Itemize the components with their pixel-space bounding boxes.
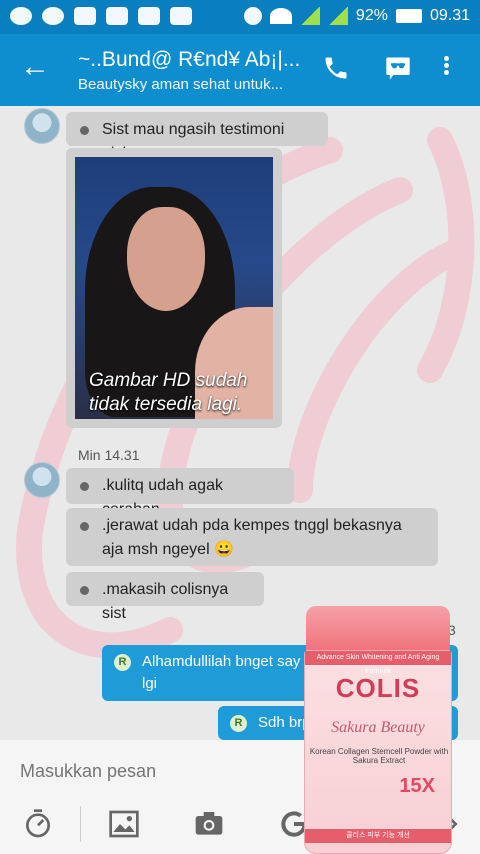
message-text: Sdh brp <box>258 714 311 731</box>
message-bubble[interactable]: Sist mau ngasih testimoni nich.. <box>66 112 328 162</box>
bullet-icon <box>80 482 89 491</box>
bullet-icon <box>80 126 89 135</box>
bbm-icon <box>106 7 128 25</box>
status-bar: 92% 09.31 <box>0 0 480 34</box>
message-text: .jerawat udah pda kempes tnggl bekasnya … <box>102 517 402 558</box>
sender-avatar[interactable] <box>24 462 60 498</box>
clock: 09.31 <box>429 7 470 24</box>
message-bubble[interactable]: .makasih colisnya sist <box>66 572 264 622</box>
timer-icon[interactable] <box>22 808 54 840</box>
photo-face <box>127 207 205 311</box>
sender-avatar[interactable] <box>24 108 60 144</box>
photo-thumbnail[interactable]: Gambar HD sudah tidak tersedia lagi. <box>75 157 273 419</box>
jar-multiplier: 15X <box>399 775 435 797</box>
more-vert-icon[interactable] <box>436 54 456 82</box>
battery-percent: 92% <box>355 7 388 24</box>
jar-subtitle: Sakura Beauty <box>331 719 425 736</box>
chat-subtitle: Beautysky aman sehat untuk... <box>78 76 284 93</box>
jar-lid <box>306 606 450 654</box>
message-text: .makasih colisnya sist <box>102 581 229 622</box>
read-badge: R <box>114 654 131 671</box>
chat-header: ← ~..Bund@ R€nd¥ Ab¡|... Beautysky aman … <box>0 34 480 106</box>
chat-title[interactable]: ~..Bund@ R€nd¥ Ab¡|... <box>78 48 308 72</box>
message-bubble[interactable]: .kulitq udah agak cerahan.. <box>66 468 294 518</box>
bbm-icon <box>170 7 192 25</box>
notification-icons <box>10 7 192 25</box>
toolbar-divider <box>80 806 81 842</box>
signal-icon <box>299 7 320 25</box>
phone-icon[interactable] <box>322 54 350 82</box>
bbm-icon <box>74 7 96 25</box>
read-badge: R <box>230 715 247 732</box>
message-input[interactable] <box>20 754 300 788</box>
alarm-icon <box>243 7 262 25</box>
bullet-icon <box>80 522 89 531</box>
jar-product-line: Korean Collagen Stemcell Powder with Sak… <box>309 747 449 765</box>
whatsapp-icon <box>42 7 64 25</box>
timestamp: Min 14.31 <box>78 447 140 463</box>
chat-notification-icon <box>10 7 32 25</box>
gallery-icon[interactable] <box>108 808 140 840</box>
back-arrow-icon[interactable]: ← <box>20 52 50 82</box>
signal-icon <box>327 7 348 25</box>
jar-brand-logo: COLIS <box>335 673 421 703</box>
system-status: 92% 09.31 <box>243 7 470 25</box>
jar-band-text: Advance Skin Whitening and Anti Aging Fo… <box>305 651 451 675</box>
jar-body: Advance Skin Whitening and Anti Aging Fo… <box>304 650 452 854</box>
image-message[interactable]: Gambar HD sudah tidak tersedia lagi. <box>66 148 282 428</box>
wifi-icon <box>269 8 292 24</box>
video-chat-icon[interactable] <box>384 54 412 82</box>
bullet-icon <box>80 586 89 595</box>
product-jar-image: Advance Skin Whitening and Anti Aging Fo… <box>304 606 452 854</box>
battery-icon <box>395 9 422 23</box>
photo-caption: Gambar HD sudah tidak tersedia lagi. <box>89 370 248 415</box>
message-bubble[interactable]: .jerawat udah pda kempes tnggl bekasnya … <box>66 508 438 566</box>
camera-icon[interactable] <box>193 808 225 840</box>
jar-korean-text: 콜리스 피부 기능 개선 <box>305 829 451 843</box>
bbm-icon <box>138 7 160 25</box>
